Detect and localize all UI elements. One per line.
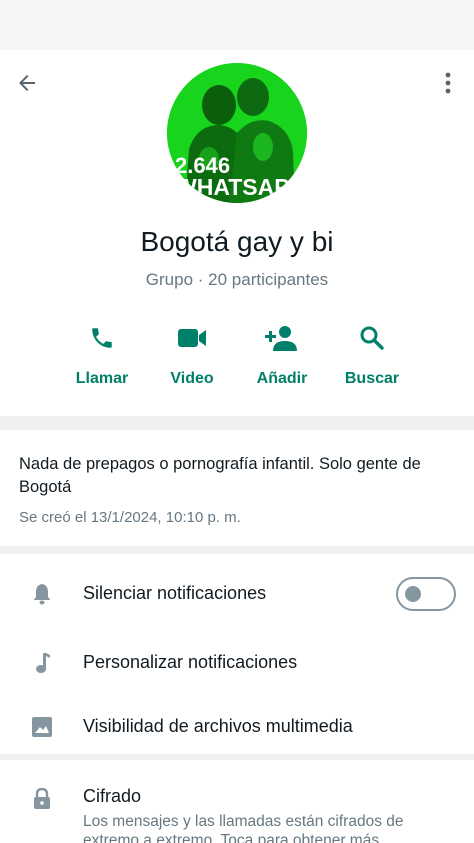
bell-icon [33, 584, 51, 605]
created-date: Se creó el 13/1/2024, 10:10 p. m. [19, 509, 241, 526]
add-participant-label: Añadir [256, 370, 308, 387]
lock-icon [34, 788, 50, 809]
media-visibility-label: Visibilidad de archivos multimedia [83, 716, 353, 736]
video-label: Video [170, 370, 214, 387]
group-description: Nada de prepagos o pornografía infantil.… [19, 455, 421, 496]
encryption-subtitle: Los mensajes y las llamadas están cifrad… [83, 813, 404, 843]
group-name[interactable]: Bogotá gay y bi [0, 226, 474, 258]
add-person-icon [265, 326, 297, 351]
toggle-knob [405, 586, 421, 602]
phone-icon [92, 328, 112, 348]
group-subtitle: Grupo · 20 participantes [145, 270, 329, 289]
encryption-title: Cifrado [83, 786, 142, 806]
video-button[interactable]: Video [142, 318, 242, 398]
image-icon [32, 717, 52, 737]
group-avatar[interactable]: 2.646 WHATSAP [167, 63, 307, 203]
music-note-icon [36, 653, 50, 673]
search-icon [360, 326, 384, 350]
search-label: Buscar [344, 370, 400, 387]
more-vertical-icon [445, 72, 451, 94]
call-label: Llamar [75, 370, 129, 387]
more-options-button[interactable] [436, 68, 460, 98]
media-visibility-row[interactable]: Visibilidad de archivos multimedia [0, 697, 474, 757]
mute-notifications-label: Silenciar notificaciones [83, 583, 267, 603]
arrow-left-icon [19, 75, 35, 91]
custom-notifications-label: Personalizar notificaciones [83, 652, 298, 672]
add-participant-button[interactable]: Añadir [232, 318, 332, 398]
status-bar [0, 0, 474, 50]
mute-toggle[interactable] [396, 577, 456, 611]
call-button[interactable]: Llamar [52, 318, 152, 398]
back-button[interactable] [10, 68, 44, 98]
video-icon [178, 329, 206, 347]
search-button[interactable]: Buscar [322, 318, 422, 398]
custom-notifications-row[interactable]: Personalizar notificaciones [0, 633, 474, 693]
encryption-icon-wrap [30, 787, 54, 811]
